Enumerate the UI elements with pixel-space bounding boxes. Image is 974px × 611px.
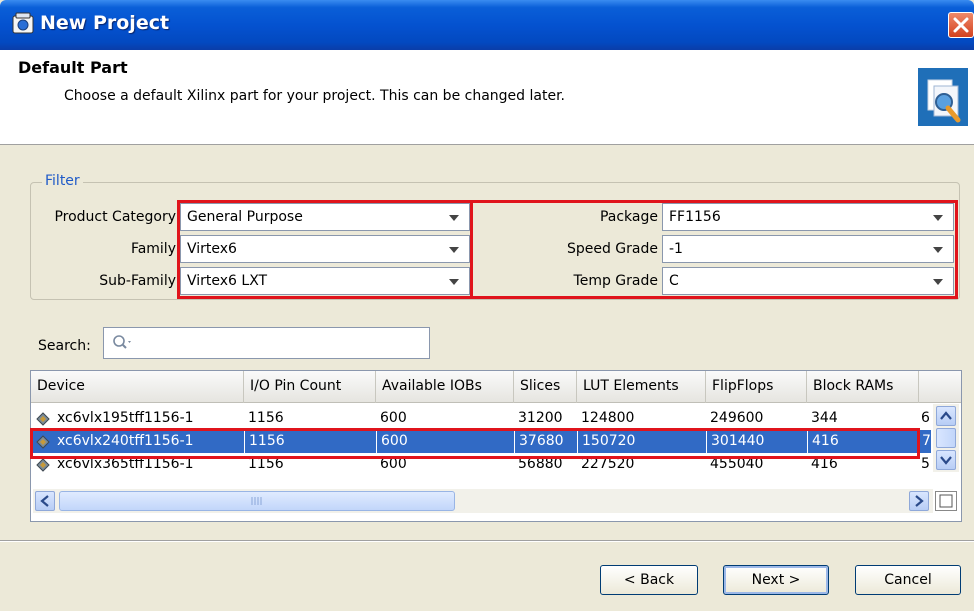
cell-slices: 31200 — [518, 410, 563, 426]
wizard-icon — [918, 68, 968, 126]
table-options-icon — [939, 494, 953, 508]
cell-flipflops: 301440 — [706, 430, 807, 453]
temp-grade-select[interactable]: C — [662, 267, 954, 295]
cell-io-pin-count: 1156 — [244, 430, 376, 453]
column-header-lut-elements[interactable]: LUT Elements — [577, 371, 706, 403]
close-icon — [953, 17, 969, 33]
sub-family-select[interactable]: Virtex6 LXT — [180, 267, 470, 295]
cell-flipflops: 455040 — [710, 456, 764, 472]
vertical-scrollbar[interactable] — [933, 404, 959, 472]
chevron-down-icon — [933, 215, 943, 221]
column-header-io-pin-count[interactable]: I/O Pin Count — [244, 371, 376, 403]
footer-separator — [0, 540, 974, 542]
cancel-button[interactable]: Cancel — [855, 565, 961, 595]
column-header-overflow — [919, 371, 961, 403]
column-header-available-iobs[interactable]: Available IOBs — [376, 371, 514, 403]
scroll-up-button[interactable] — [936, 406, 956, 426]
scroll-left-button[interactable] — [35, 491, 55, 511]
speed-grade-label: Speed Grade — [566, 241, 658, 257]
chevron-left-icon — [40, 495, 49, 507]
chevron-down-icon — [933, 247, 943, 253]
cell-block-rams: 416 — [811, 456, 838, 472]
chevron-down-icon — [449, 279, 459, 285]
sub-family-label: Sub-Family — [99, 273, 176, 289]
back-button[interactable]: < Back — [600, 565, 698, 595]
page-title: Default Part — [18, 58, 128, 77]
horizontal-scrollbar[interactable] — [33, 489, 933, 513]
chip-icon — [36, 458, 50, 472]
app-icon — [12, 12, 34, 34]
table-header: Device I/O Pin Count Available IOBs Slic… — [31, 371, 961, 403]
title-bar[interactable]: New Project — [0, 0, 974, 50]
cell-block-rams: 344 — [811, 410, 838, 426]
cell-available-iobs: 600 — [380, 456, 407, 472]
window-title: New Project — [40, 12, 170, 34]
chevron-right-icon — [915, 495, 924, 507]
cell-block-rams: 416 — [807, 430, 919, 453]
cell-overflow: 6 — [921, 410, 930, 426]
chevron-down-icon — [449, 215, 459, 221]
family-select[interactable]: Virtex6 — [180, 235, 470, 263]
horizontal-scroll-thumb[interactable] — [59, 491, 455, 511]
cell-device: xc6vlx365tff1156-1 — [57, 456, 194, 472]
cell-lut-elements: 124800 — [581, 410, 635, 426]
cell-available-iobs: 600 — [380, 410, 407, 426]
cell-overflow: 7 — [919, 430, 931, 453]
scroll-thumb[interactable] — [936, 428, 956, 448]
chevron-down-icon — [933, 279, 943, 285]
cell-io-pin-count: 1156 — [248, 410, 284, 426]
table-row[interactable]: xc6vlx365tff1156-1 1156 600 56880 227520… — [31, 453, 931, 476]
cell-flipflops: 249600 — [710, 410, 764, 426]
family-label: Family — [130, 241, 176, 257]
close-button[interactable] — [948, 12, 974, 38]
wizard-header: Default Part Choose a default Xilinx par… — [0, 50, 974, 145]
cell-lut-elements: 227520 — [581, 456, 635, 472]
speed-grade-select[interactable]: -1 — [662, 235, 954, 263]
new-project-dialog: New Project Default Part Choose a defaul… — [0, 0, 974, 611]
cell-device: xc6vlx195tff1156-1 — [57, 410, 194, 426]
column-header-device[interactable]: Device — [31, 371, 244, 403]
column-header-slices[interactable]: Slices — [514, 371, 577, 403]
package-select[interactable]: FF1156 — [662, 203, 954, 231]
search-icon — [113, 335, 131, 349]
table-row-selected[interactable]: xc6vlx240tff1156-1 1156 600 37680 150720… — [31, 430, 931, 453]
product-category-select[interactable]: General Purpose — [180, 203, 470, 231]
temp-grade-label: Temp Grade — [573, 273, 658, 289]
chevron-down-icon — [449, 247, 459, 253]
product-category-label: Product Category — [54, 209, 176, 225]
column-control-button[interactable] — [935, 491, 957, 511]
column-header-block-rams[interactable]: Block RAMs — [807, 371, 919, 403]
page-description: Choose a default Xilinx part for your pr… — [64, 88, 565, 104]
cell-slices: 56880 — [518, 456, 563, 472]
cell-slices: 37680 — [514, 430, 577, 453]
chip-icon — [36, 412, 50, 426]
cell-device: xc6vlx240tff1156-1 — [57, 433, 194, 449]
scroll-right-button[interactable] — [909, 491, 929, 511]
cell-lut-elements: 150720 — [577, 430, 706, 453]
grip-icon — [251, 497, 262, 505]
chip-icon — [36, 435, 50, 449]
column-header-flipflops[interactable]: FlipFlops — [706, 371, 807, 403]
cell-overflow: 5 — [921, 456, 930, 472]
parts-table[interactable]: Device I/O Pin Count Available IOBs Slic… — [30, 370, 962, 522]
table-row[interactable]: xc6vlx195tff1156-1 1156 600 31200 124800… — [31, 407, 931, 430]
scroll-down-button[interactable] — [936, 450, 956, 470]
package-label: Package — [599, 209, 658, 225]
search-label: Search: — [38, 338, 91, 354]
next-button[interactable]: Next > — [723, 565, 829, 595]
chevron-down-icon — [940, 456, 952, 465]
chevron-up-icon — [940, 411, 952, 420]
cell-available-iobs: 600 — [376, 430, 514, 453]
filter-legend: Filter — [42, 173, 83, 189]
cell-io-pin-count: 1156 — [248, 456, 284, 472]
search-input[interactable] — [103, 327, 430, 359]
